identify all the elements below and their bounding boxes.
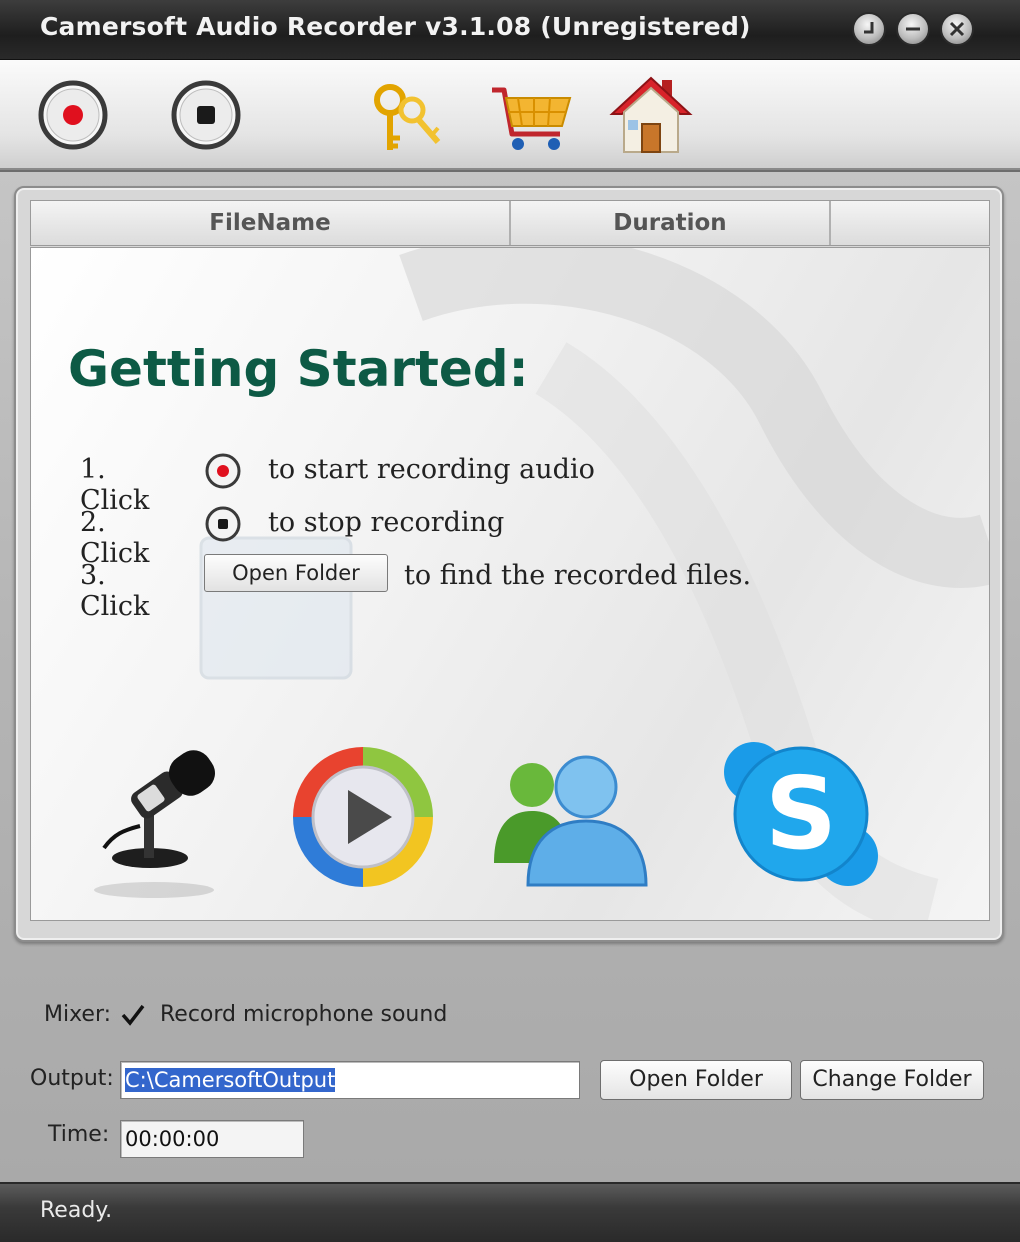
getting-started-heading: Getting Started: [68, 340, 529, 398]
keys-icon [374, 84, 441, 150]
time-label: Time: [48, 1122, 110, 1147]
minimize-icon [906, 27, 920, 31]
stop-icon [171, 80, 241, 150]
checkmark-icon [121, 1004, 145, 1026]
output-path-field[interactable]: C:\CamersoftOutput [120, 1061, 580, 1099]
home-icon [609, 76, 693, 153]
minimize-button[interactable] [896, 12, 930, 46]
close-icon [949, 21, 965, 37]
close-button[interactable] [940, 12, 974, 46]
shopping-cart-icon [492, 87, 572, 150]
open-folder-button[interactable]: Open Folder [600, 1060, 792, 1100]
status-text: Ready. [40, 1198, 113, 1223]
record-icon [38, 80, 108, 150]
home-button[interactable] [608, 72, 694, 158]
minimize-to-tray-button[interactable] [852, 12, 886, 46]
microphone-icon [94, 750, 215, 898]
step-2-text: to stop recording [268, 507, 505, 538]
step-3-text: to find the recorded files. [404, 560, 752, 591]
status-bar: Ready. [0, 1182, 1020, 1242]
record-microphone-checkbox[interactable] [120, 1002, 146, 1028]
guide-open-folder-button: Open Folder [204, 554, 388, 592]
stop-button[interactable] [163, 72, 249, 158]
column-duration[interactable]: Duration [511, 201, 831, 245]
window-title: Camersoft Audio Recorder v3.1.08 (Unregi… [40, 12, 751, 41]
list-header: FileName Duration [30, 200, 990, 246]
title-bar: Camersoft Audio Recorder v3.1.08 (Unregi… [0, 0, 1020, 60]
messenger-icon [494, 755, 648, 887]
mixer-label: Mixer: [44, 1002, 112, 1027]
column-filename[interactable]: FileName [31, 201, 511, 245]
tray-icon [864, 22, 874, 34]
output-label: Output: [30, 1066, 114, 1091]
step-3-number: 3. Click [80, 560, 150, 622]
media-player-icon [293, 747, 433, 887]
register-button[interactable] [362, 72, 448, 158]
stop-icon [204, 505, 242, 543]
time-field: 00:00:00 [120, 1120, 304, 1158]
record-button[interactable] [30, 72, 116, 158]
record-icon [204, 452, 242, 490]
buy-button[interactable] [488, 72, 574, 158]
svg-text:S: S [765, 755, 837, 872]
skype-icon: S [724, 742, 878, 886]
change-folder-button[interactable]: Change Folder [800, 1060, 984, 1100]
output-path-value: C:\CamersoftOutput [125, 1068, 336, 1092]
toolbar [0, 60, 1020, 170]
record-microphone-label[interactable]: Record microphone sound [160, 1002, 447, 1027]
step-1-text: to start recording audio [268, 454, 595, 485]
